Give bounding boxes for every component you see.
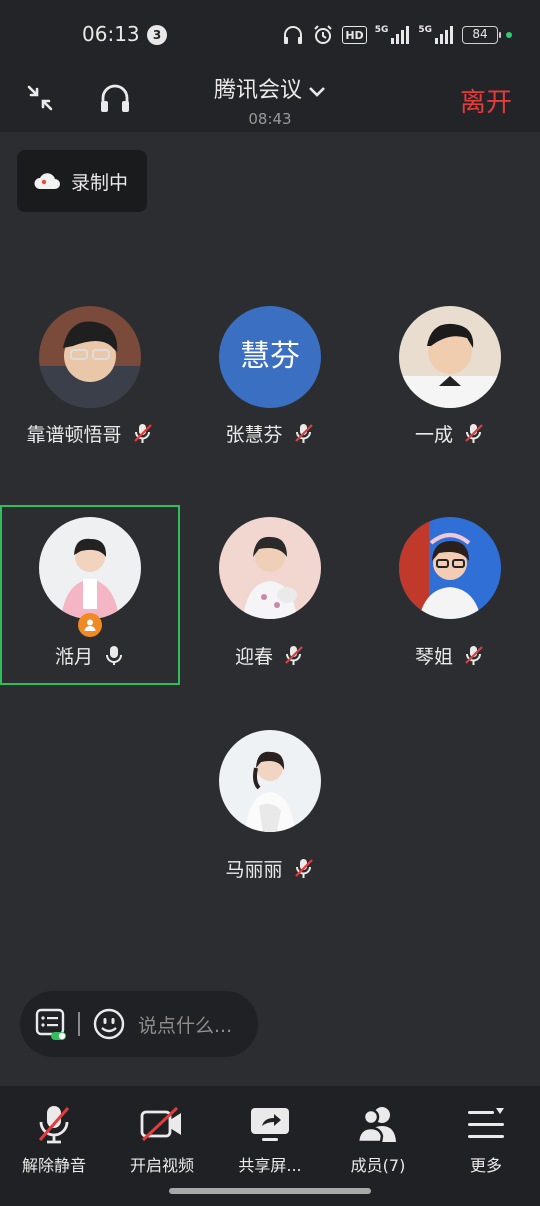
signal-5g-icon: 5G [374,25,411,44]
recording-label: 录制中 [71,171,129,194]
more-label: 更多 [469,1156,502,1175]
mic-muted-icon [293,857,315,884]
participant-tile[interactable]: 慧芬 张慧芬 [180,294,360,474]
share-screen-label: 共享屏... [238,1156,302,1175]
alarm-icon [312,24,334,46]
share-screen-button[interactable]: 共享屏... [216,1102,324,1176]
avatar [39,517,141,619]
members-label: 成员(7) [350,1156,406,1175]
mic-muted-icon [38,1106,70,1144]
emoji-button[interactable] [92,1007,126,1041]
participant-name: 马丽丽 [225,859,283,881]
participant-name-row: 靠谱顿悟哥 [0,420,180,449]
status-time: 06:13 [82,22,140,46]
participant-tile[interactable]: 琴姐 [360,505,540,685]
charging-dot [506,32,512,38]
status-bar: 06:13 3 HD 5G 5G 84 [0,0,540,68]
status-icons: HD 5G 5G 84 [282,22,512,48]
avatar [219,517,321,619]
participant-name-row: 一成 [360,420,540,449]
share-screen-icon [251,1108,289,1141]
avatar: 慧芬 [219,306,321,408]
participant-name: 张慧芬 [225,424,283,446]
battery-indicator: 84 [462,26,501,44]
more-button[interactable]: 更多 [432,1102,540,1176]
cloud-icon [34,173,60,189]
avatar [39,306,141,408]
mic-muted-icon [283,644,305,671]
participant-name: 靠谱顿悟哥 [26,424,122,446]
participant-name: 一成 [414,424,453,446]
mic-muted-icon [132,422,154,449]
menu-more-icon [468,1108,504,1138]
participant-tile[interactable]: 迎春 [180,505,360,685]
mic-muted-icon [463,644,485,671]
participant-tile-active[interactable]: 湉月 [0,505,180,685]
chat-list-icon [35,1008,66,1040]
participant-name-row: 马丽丽 [180,855,360,884]
members-icon [356,1107,396,1144]
unmute-button[interactable]: 解除静音 [0,1102,108,1176]
participant-name-row: 迎春 [180,642,360,671]
members-button[interactable]: 成员(7) [324,1102,432,1176]
signal-5g-icon-2: 5G [418,25,454,44]
avatar [219,730,321,832]
start-video-label: 开启视频 [129,1156,194,1175]
start-video-button[interactable]: 开启视频 [108,1102,216,1176]
host-badge [78,613,102,637]
participant-name: 迎春 [234,646,273,668]
divider [78,1012,80,1036]
smiley-icon [93,1008,125,1040]
participant-name: 琴姐 [414,646,453,668]
participant-tile[interactable]: 靠谱顿悟哥 [0,294,180,474]
chat-bar: 说点什么... [20,991,258,1057]
chevron-down-icon [308,79,326,104]
video-off-icon [140,1106,181,1142]
net1-label: 5G [374,25,389,35]
mic-muted-icon [463,422,485,449]
avatar [399,306,501,408]
chat-list-button[interactable] [34,1007,68,1041]
participant-tile[interactable]: 一成 [360,294,540,474]
mic-muted-icon [293,422,315,449]
participant-name: 湉月 [54,646,93,668]
net2-label: 5G [418,25,432,35]
avatar [399,517,501,619]
chat-input[interactable]: 说点什么... [138,1011,232,1038]
participant-name-row: 湉月 [2,642,178,671]
hd-icon: HD [342,26,367,44]
participant-name-row: 张慧芬 [180,420,360,449]
leave-button[interactable]: 离开 [460,82,512,119]
mic-on-icon [103,644,125,671]
participant-tile[interactable]: 马丽丽 [180,718,360,898]
recording-badge[interactable]: 录制中 [17,150,147,212]
meeting-header: 腾讯会议 08:43 离开 [0,68,540,132]
participant-name-row: 琴姐 [360,642,540,671]
home-indicator[interactable] [169,1188,371,1194]
host-person-icon [84,619,96,631]
unmute-label: 解除静音 [21,1156,86,1175]
headphones-icon [282,25,304,45]
meeting-title-text: 腾讯会议 [213,78,302,103]
notification-count: 3 [147,25,167,45]
